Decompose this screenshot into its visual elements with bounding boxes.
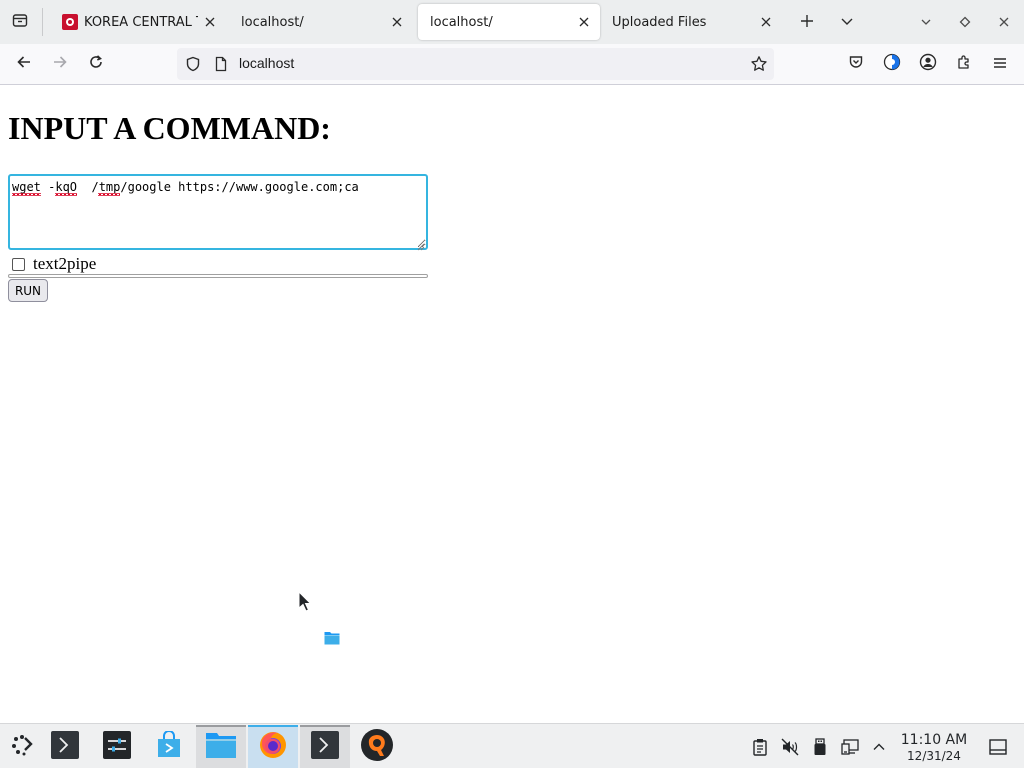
spellcheck-underline <box>98 193 120 196</box>
navigation-toolbar: localhost <box>0 44 1024 85</box>
account-button[interactable] <box>913 49 943 79</box>
hamburger-icon <box>993 55 1007 74</box>
account-icon <box>919 53 937 75</box>
chevron-up-icon[interactable] <box>869 737 889 757</box>
network-wired-icon[interactable] <box>840 737 860 757</box>
taskbar: 11:10 AM 12/31/24 <box>0 723 1024 768</box>
taskbar-firefox[interactable] <box>248 725 298 768</box>
taskbar-system-settings[interactable] <box>92 725 142 768</box>
window-close-button[interactable] <box>990 8 1018 36</box>
extension-button[interactable] <box>877 49 907 79</box>
close-icon[interactable] <box>572 10 596 34</box>
text2pipe-checkbox[interactable] <box>12 257 25 271</box>
tab-localhost-1[interactable]: localhost/ <box>229 4 413 40</box>
spellcheck-underline <box>55 193 77 196</box>
spellcheck-underline <box>12 193 41 196</box>
tab-divider <box>42 8 43 36</box>
taskbar-qbittorrent[interactable] <box>352 725 402 768</box>
taskbar-dolphin[interactable] <box>196 725 246 768</box>
bookmark-star-icon[interactable] <box>750 55 768 77</box>
korea-flag-icon <box>62 14 78 30</box>
pocket-button[interactable] <box>841 49 871 79</box>
tab-strip: KOREA CENTRAL TV localhost/ localhost/ U… <box>0 0 1024 44</box>
chevron-down-icon <box>840 13 854 32</box>
diamond-icon <box>959 13 971 32</box>
tab-localhost-2[interactable]: localhost/ <box>418 4 600 40</box>
pocket-icon <box>848 54 864 74</box>
mouse-pointer-icon <box>298 590 312 617</box>
show-desktop-icon[interactable] <box>988 737 1008 757</box>
tab-title: localhost/ <box>430 14 493 30</box>
taskbar-discover[interactable] <box>144 725 194 768</box>
system-settings-icon <box>102 730 132 764</box>
application-launcher-icon <box>10 733 34 761</box>
firefox-view-button[interactable] <box>0 4 40 40</box>
page-title: INPUT A COMMAND: <box>8 110 331 146</box>
arrow-left-icon <box>16 54 32 74</box>
shield-icon[interactable] <box>185 56 201 76</box>
firefox-icon <box>258 730 288 764</box>
discover-store-icon <box>155 730 183 763</box>
reload-icon <box>88 54 104 74</box>
clock-time: 11:10 AM <box>900 732 968 748</box>
close-icon[interactable] <box>198 10 222 34</box>
window-minimize-button[interactable] <box>912 8 940 36</box>
run-button[interactable]: RUN <box>8 279 48 302</box>
tab-title: Uploaded Files <box>612 14 707 30</box>
horizontal-rule <box>8 274 428 278</box>
extensions-button[interactable] <box>949 49 979 79</box>
arrow-right-icon <box>52 54 68 74</box>
tab-title: KOREA CENTRAL TV <box>84 14 198 30</box>
plus-icon <box>800 13 814 32</box>
window-maximize-button[interactable] <box>951 8 979 36</box>
terminal-icon <box>310 730 340 764</box>
konsole-icon <box>50 730 80 764</box>
url-text[interactable]: localhost <box>239 55 294 71</box>
text2pipe-option: text2pipe <box>12 254 96 274</box>
back-button[interactable] <box>9 49 39 79</box>
taskbar-konsole[interactable] <box>40 725 90 768</box>
blue-circle-icon <box>883 53 901 75</box>
puzzle-icon <box>956 54 972 74</box>
url-bar[interactable]: localhost <box>177 48 774 80</box>
volume-muted-icon[interactable] <box>780 737 800 757</box>
forward-button[interactable] <box>45 49 75 79</box>
folder-icon <box>324 629 340 649</box>
taskbar-terminal[interactable] <box>300 725 350 768</box>
close-icon[interactable] <box>754 10 778 34</box>
tab-korea-central-tv[interactable]: KOREA CENTRAL TV <box>50 4 226 40</box>
close-icon <box>998 13 1010 32</box>
tab-uploaded-files[interactable]: Uploaded Files <box>600 4 782 40</box>
usb-device-icon[interactable] <box>810 737 830 757</box>
new-tab-button[interactable] <box>793 8 821 36</box>
page-icon[interactable] <box>213 56 229 76</box>
text2pipe-label[interactable]: text2pipe <box>33 254 96 274</box>
clipboard-icon[interactable] <box>750 737 770 757</box>
resize-grip-icon[interactable] <box>415 236 425 251</box>
tab-title: localhost/ <box>241 14 304 30</box>
dolphin-files-icon <box>205 730 237 764</box>
command-input[interactable] <box>8 174 428 250</box>
firefox-view-icon <box>12 12 28 32</box>
qbittorrent-icon <box>360 728 394 766</box>
close-icon[interactable] <box>385 10 409 34</box>
clock-date: 12/31/24 <box>907 749 961 763</box>
chevron-down-icon <box>920 13 932 32</box>
clock[interactable]: 11:10 AM 12/31/24 <box>896 732 972 763</box>
menu-button[interactable] <box>985 49 1015 79</box>
reload-button[interactable] <box>81 49 111 79</box>
list-all-tabs-button[interactable] <box>833 8 861 36</box>
